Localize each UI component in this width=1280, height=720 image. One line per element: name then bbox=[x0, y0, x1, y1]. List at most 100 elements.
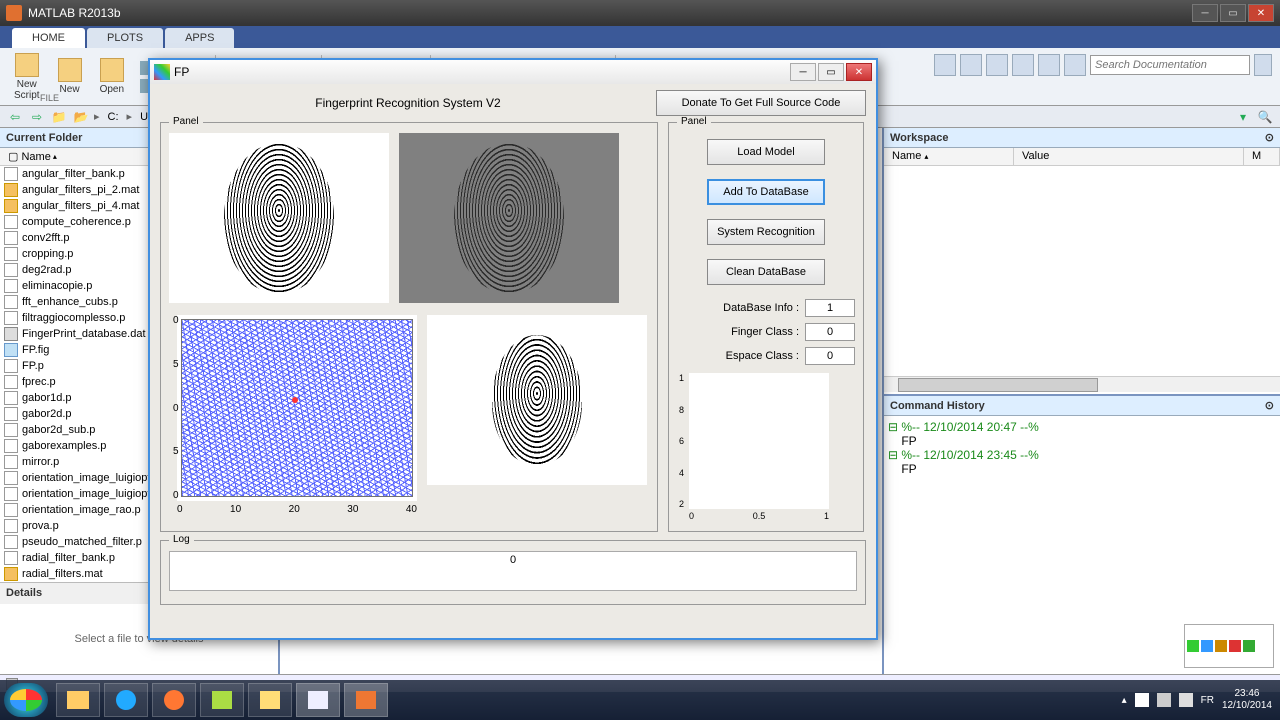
cut-icon[interactable] bbox=[986, 54, 1008, 76]
tray-flag-icon[interactable] bbox=[1135, 693, 1149, 707]
right-panel-fieldset: Panel Load Model Add To DataBase System … bbox=[668, 122, 864, 532]
fp-title: FP bbox=[174, 65, 189, 79]
taskbar-browser[interactable] bbox=[104, 683, 148, 717]
start-button[interactable] bbox=[4, 683, 48, 717]
history-line[interactable]: ⊟ %-- 12/10/2014 23:45 --% bbox=[888, 448, 1276, 462]
file-name: conv2fft.p bbox=[22, 232, 70, 244]
system-recognition-button[interactable]: System Recognition bbox=[707, 219, 825, 245]
workspace-columns[interactable]: Name ▴ Value M bbox=[884, 148, 1280, 166]
taskbar-explorer[interactable] bbox=[56, 683, 100, 717]
dbinfo-field[interactable] bbox=[805, 299, 855, 317]
file-icon bbox=[4, 567, 18, 581]
tray-clock[interactable]: 23:46 12/10/2014 bbox=[1222, 688, 1272, 712]
undo-icon[interactable] bbox=[960, 54, 982, 76]
search-input[interactable] bbox=[1090, 55, 1250, 75]
file-name: cropping.p bbox=[22, 248, 73, 260]
file-icon bbox=[4, 375, 18, 389]
donate-button[interactable]: Donate To Get Full Source Code bbox=[656, 90, 866, 116]
tray-lang[interactable]: FR bbox=[1201, 695, 1214, 706]
file-name: fft_enhance_cubs.p bbox=[22, 296, 118, 308]
copy-icon[interactable] bbox=[1012, 54, 1034, 76]
taskbar-app2[interactable] bbox=[248, 683, 292, 717]
workspace-hscroll[interactable] bbox=[884, 376, 1280, 392]
nav-fwd-icon[interactable]: ⇨ bbox=[28, 108, 46, 126]
search-go-icon[interactable] bbox=[1254, 54, 1272, 76]
path-search-icon[interactable]: 🔍 bbox=[1256, 108, 1274, 126]
file-icon bbox=[4, 183, 18, 197]
nav-up-icon[interactable]: 📁 bbox=[50, 108, 68, 126]
file-icon bbox=[4, 359, 18, 373]
load-model-button[interactable]: Load Model bbox=[707, 139, 825, 165]
file-name: orientation_image_luigiopt... bbox=[22, 472, 160, 484]
file-icon bbox=[4, 503, 18, 517]
close-button[interactable]: ✕ bbox=[1248, 4, 1274, 22]
fp-titlebar[interactable]: FP ─ ▭ ✕ bbox=[150, 60, 876, 84]
command-history-panel: Command History ⊙ ⊟ %-- 12/10/2014 20:47… bbox=[884, 394, 1280, 674]
new-button[interactable]: New bbox=[52, 56, 88, 97]
tray-orange-icon bbox=[1215, 640, 1227, 652]
file-icon bbox=[4, 519, 18, 533]
file-icon bbox=[4, 551, 18, 565]
file-name: FP.p bbox=[22, 360, 44, 372]
espace-class-field[interactable] bbox=[805, 347, 855, 365]
taskbar-matlab[interactable] bbox=[344, 683, 388, 717]
file-icon bbox=[4, 279, 18, 293]
file-name: radial_filter_bank.p bbox=[22, 552, 115, 564]
command-history-body[interactable]: ⊟ %-- 12/10/2014 20:47 --% FP⊟ %-- 12/10… bbox=[884, 416, 1280, 674]
fp-app-title: Fingerprint Recognition System V2 bbox=[160, 90, 656, 116]
history-line[interactable]: ⊟ %-- 12/10/2014 20:47 --% bbox=[888, 420, 1276, 434]
path-dropdown-icon[interactable]: ▾ bbox=[1234, 108, 1252, 126]
file-name: angular_filters_pi_4.mat bbox=[22, 200, 139, 212]
file-name: angular_filter_bank.p bbox=[22, 168, 125, 180]
workspace-body bbox=[884, 166, 1280, 376]
command-history-header: Command History ⊙ bbox=[884, 396, 1280, 416]
minimize-button[interactable]: ─ bbox=[1192, 4, 1218, 22]
file-icon bbox=[4, 423, 18, 437]
toolstrip-tabs: HOME PLOTS APPS bbox=[0, 26, 1280, 48]
taskbar-firefox[interactable] bbox=[152, 683, 196, 717]
dbinfo-label: DataBase Info : bbox=[723, 302, 799, 314]
help-shortcut-icon[interactable] bbox=[1064, 54, 1086, 76]
tray-vol-icon[interactable] bbox=[1179, 693, 1193, 707]
finger-class-field[interactable] bbox=[805, 323, 855, 341]
file-icon bbox=[4, 247, 18, 261]
tray-expand-icon[interactable]: ▴ bbox=[1122, 695, 1127, 706]
add-to-database-button[interactable]: Add To DataBase bbox=[707, 179, 825, 205]
open-button[interactable]: Open bbox=[94, 56, 130, 97]
taskbar-app1[interactable] bbox=[200, 683, 244, 717]
history-line[interactable]: FP bbox=[888, 462, 1276, 476]
file-name: angular_filters_pi_2.mat bbox=[22, 184, 139, 196]
workspace-menu-icon[interactable]: ⊙ bbox=[1265, 131, 1274, 144]
file-name: pseudo_matched_filter.p bbox=[22, 536, 142, 548]
tray-red-icon bbox=[1229, 640, 1241, 652]
shortcut-icon[interactable] bbox=[934, 54, 956, 76]
fp-close-button[interactable]: ✕ bbox=[846, 63, 872, 81]
file-name: FingerPrint_database.dat bbox=[22, 328, 146, 340]
tab-home[interactable]: HOME bbox=[12, 28, 85, 48]
fp-window: FP ─ ▭ ✕ Fingerprint Recognition System … bbox=[148, 58, 878, 640]
tab-plots[interactable]: PLOTS bbox=[87, 28, 163, 48]
mini-plot: 18642 00.51 bbox=[689, 373, 829, 509]
finger-class-label: Finger Class : bbox=[731, 326, 799, 338]
nav-back-icon[interactable]: ⇦ bbox=[6, 108, 24, 126]
right-dock: Workspace ⊙ Name ▴ Value M Command Histo… bbox=[882, 128, 1280, 674]
fp-minimize-button[interactable]: ─ bbox=[790, 63, 816, 81]
file-icon bbox=[4, 535, 18, 549]
cmdhist-menu-icon[interactable]: ⊙ bbox=[1265, 399, 1274, 412]
file-name: prova.p bbox=[22, 520, 59, 532]
path-c[interactable]: C: bbox=[104, 111, 123, 123]
history-line[interactable]: FP bbox=[888, 434, 1276, 448]
tab-apps[interactable]: APPS bbox=[165, 28, 234, 48]
nav-history-icon[interactable]: 📂 bbox=[72, 108, 90, 126]
taskbar-app3[interactable] bbox=[296, 683, 340, 717]
file-name: FP.fig bbox=[22, 344, 49, 356]
fp-maximize-button[interactable]: ▭ bbox=[818, 63, 844, 81]
clean-database-button[interactable]: Clean DataBase bbox=[707, 259, 825, 285]
file-name: gabor2d.p bbox=[22, 408, 72, 420]
paste-icon[interactable] bbox=[1038, 54, 1060, 76]
file-name: eliminacopie.p bbox=[22, 280, 92, 292]
tray-net-icon[interactable] bbox=[1157, 693, 1171, 707]
maximize-button[interactable]: ▭ bbox=[1220, 4, 1246, 22]
log-textarea[interactable]: 0 bbox=[169, 551, 857, 591]
file-name: fprec.p bbox=[22, 376, 56, 388]
